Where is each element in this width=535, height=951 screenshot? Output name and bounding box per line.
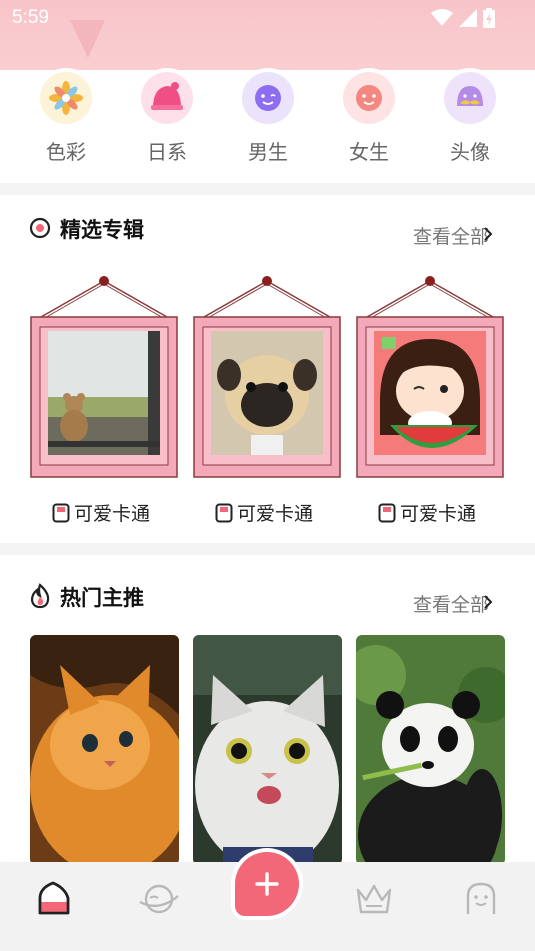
category-label: 色彩 [46,140,86,164]
album-card[interactable]: 可爱卡通 [28,275,180,525]
category-boy[interactable]: 男生 [218,70,318,165]
panda-photo [356,635,505,865]
orange-kitten-photo [30,635,179,865]
crown-icon[interactable] [354,880,394,918]
add-icon [255,872,279,896]
category-label: 女生 [349,140,389,164]
album-caption: 可爱卡通 [215,499,313,526]
hot-card[interactable] [30,635,179,865]
chevron-right-icon[interactable] [483,226,493,242]
album-caption: 可爱卡通 [52,499,150,526]
album-icon [378,503,396,523]
chevron-right-icon[interactable] [483,594,493,610]
hot-view-all[interactable]: 查看全部 [413,590,489,617]
add-button[interactable] [235,852,299,916]
category-label: 日系 [147,140,187,164]
category-japanese[interactable]: 日系 [117,70,217,165]
battery-icon [483,8,495,28]
flower-icon [40,72,92,124]
mustache-face-icon [444,72,496,124]
cartoon-girl-photo [374,331,486,455]
category-row: 色彩 日系 男生 女生 头像 [0,70,535,183]
album-card[interactable]: 可爱卡通 [354,275,506,525]
album-icon [52,503,70,523]
teddy-bear-photo [48,331,160,455]
album-icon [215,503,233,523]
status-time: 5:59 [12,7,49,28]
category-avatar[interactable]: 头像 [420,70,520,165]
hot-title: 热门主推 [60,586,144,610]
album-caption-text: 可爱卡通 [400,503,477,525]
album-caption-text: 可爱卡通 [74,503,151,525]
hot-card[interactable] [193,635,342,865]
album-caption: 可爱卡通 [378,499,476,526]
hot-card[interactable] [356,635,505,865]
planet-icon[interactable] [138,880,180,918]
category-label: 男生 [248,140,288,164]
album-card[interactable]: 可爱卡通 [191,275,343,525]
girl-face-icon [343,72,395,124]
album-caption-text: 可爱卡通 [237,503,314,525]
boy-face-icon [242,72,294,124]
wifi-icon [431,9,453,26]
category-girl[interactable]: 女生 [319,70,419,165]
record-icon [29,217,51,239]
featured-title: 精选专辑 [60,218,144,242]
home-icon[interactable] [35,880,73,918]
pug-dog-photo [211,331,323,455]
white-cat-photo [193,635,342,865]
category-label: 头像 [450,140,490,164]
category-color[interactable]: 色彩 [16,70,116,165]
status-bar: 5:59 [0,0,535,36]
signal-icon [459,9,477,27]
featured-view-all[interactable]: 查看全部 [413,222,489,249]
flame-icon [30,583,50,609]
hat-icon [141,72,193,124]
profile-icon[interactable] [462,880,500,918]
